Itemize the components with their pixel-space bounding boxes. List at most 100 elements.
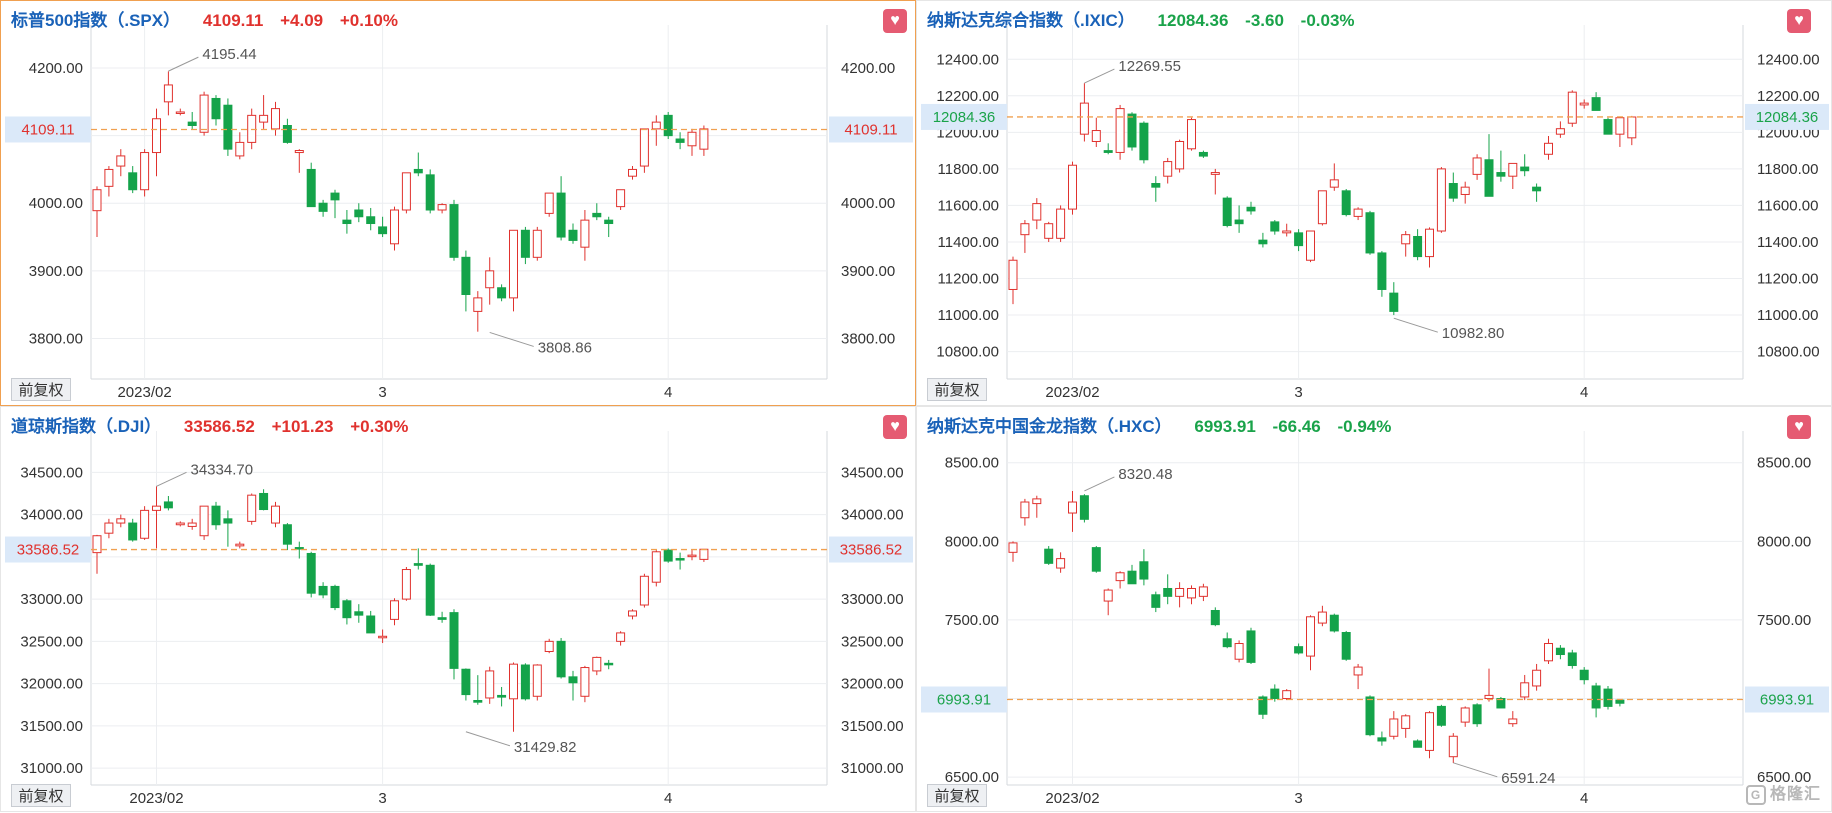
candle bbox=[1139, 549, 1149, 586]
candle-body bbox=[390, 209, 399, 245]
chart-panel-spx[interactable]: 标普500指数（.SPX） 4109.11 +4.09 +0.10% ♥ 380… bbox=[0, 0, 916, 406]
candle-body bbox=[1246, 206, 1256, 212]
candle-body bbox=[1317, 611, 1327, 624]
candle bbox=[1008, 541, 1018, 562]
candle-body bbox=[1341, 190, 1351, 216]
candle-body bbox=[1532, 186, 1542, 192]
candle-body bbox=[1079, 495, 1089, 520]
candle bbox=[247, 493, 257, 525]
candlestick-chart[interactable]: 6500.006500.007000.007000.007500.007500.… bbox=[917, 407, 1832, 813]
adjust-toggle-button[interactable]: 前复权 bbox=[11, 784, 71, 807]
candle bbox=[437, 203, 447, 214]
candle-body bbox=[163, 84, 173, 103]
candle-body bbox=[1389, 718, 1399, 737]
candle-body bbox=[187, 522, 197, 527]
candle bbox=[1436, 167, 1446, 233]
candle bbox=[461, 668, 471, 701]
candle bbox=[1484, 134, 1494, 197]
candle-body bbox=[1246, 630, 1256, 663]
y-tick-label-left: 10800.00 bbox=[936, 344, 999, 361]
candle-body bbox=[413, 563, 423, 566]
low-annotation-label: 3808.86 bbox=[538, 339, 592, 356]
candle bbox=[1460, 706, 1470, 727]
candle bbox=[413, 152, 423, 177]
candle-body bbox=[1079, 102, 1089, 135]
candle-body bbox=[1020, 223, 1030, 236]
y-tick-label-right: 32000.00 bbox=[841, 676, 904, 693]
candle bbox=[1103, 588, 1113, 616]
candle bbox=[1163, 574, 1173, 605]
candle bbox=[1448, 172, 1458, 202]
candle bbox=[1365, 695, 1375, 737]
high-annotation-label: 4195.44 bbox=[202, 46, 256, 63]
candle-body bbox=[449, 612, 459, 669]
chart-panel-dji[interactable]: 道琼斯指数（.DJI） 33586.52 +101.23 +0.30% ♥ 31… bbox=[0, 406, 916, 812]
candle-body bbox=[294, 150, 304, 154]
candle-body bbox=[1056, 208, 1066, 239]
candle-body bbox=[259, 492, 269, 511]
candle-body bbox=[318, 585, 328, 596]
candle-body bbox=[497, 694, 507, 698]
candle bbox=[580, 665, 590, 703]
candle bbox=[449, 199, 459, 261]
candle bbox=[187, 111, 197, 129]
y-tick-label-left: 11600.00 bbox=[938, 197, 999, 214]
candle bbox=[354, 604, 364, 623]
candle-body bbox=[1413, 235, 1423, 258]
candle bbox=[1615, 117, 1625, 147]
chart-panel-ixic[interactable]: 纳斯达克综合指数（.IXIC） 12084.36 -3.60 -0.03% ♥ … bbox=[916, 0, 1832, 406]
candle-body bbox=[449, 204, 459, 258]
candle bbox=[509, 229, 518, 312]
candle bbox=[1401, 714, 1411, 738]
candle bbox=[461, 250, 471, 312]
candle-body bbox=[342, 600, 352, 619]
candle bbox=[211, 95, 221, 126]
candle-body bbox=[520, 664, 530, 700]
adjust-toggle-button[interactable]: 前复权 bbox=[927, 378, 987, 401]
candle-body bbox=[520, 229, 530, 258]
candle bbox=[378, 216, 388, 238]
candle bbox=[116, 149, 126, 177]
candle bbox=[259, 489, 269, 511]
x-tick-label: 4 bbox=[1580, 790, 1588, 807]
candle-body bbox=[437, 617, 447, 620]
candle bbox=[1210, 168, 1220, 195]
candle bbox=[616, 631, 626, 646]
candle bbox=[401, 172, 411, 214]
x-tick-label: 3 bbox=[1294, 384, 1302, 401]
candle-body bbox=[271, 505, 280, 524]
candlestick-chart[interactable]: 31000.00 31000.00 31500.00 31500.00 32000.00… bbox=[1, 407, 917, 813]
candle-body bbox=[1329, 179, 1339, 188]
candle-body bbox=[1198, 586, 1208, 597]
candle bbox=[1591, 92, 1601, 111]
candle-body bbox=[1008, 542, 1018, 553]
adjust-toggle-button[interactable]: 前复权 bbox=[11, 378, 71, 401]
y-tick-label-left: 3800.00 bbox=[29, 330, 83, 347]
candle bbox=[342, 210, 352, 234]
candle bbox=[1615, 699, 1625, 707]
candle bbox=[628, 166, 637, 180]
candle-body bbox=[318, 202, 328, 212]
y-tick-label-right: 3800.00 bbox=[841, 330, 895, 347]
candle-body bbox=[1425, 712, 1434, 751]
candle-body bbox=[366, 216, 376, 225]
candle-body bbox=[390, 600, 399, 620]
candle-body bbox=[128, 172, 138, 191]
candle-body bbox=[378, 635, 388, 639]
chart-panel-hxc[interactable]: 纳斯达克中国金龙指数（.HXC） 6993.91 -66.46 -0.94% ♥… bbox=[916, 406, 1832, 812]
candle bbox=[1579, 99, 1589, 109]
candlestick-chart[interactable]: 10800.00 10800.00 11000.00 11000.00 11200.00… bbox=[917, 1, 1832, 407]
x-tick-label: 4 bbox=[664, 790, 672, 807]
candle bbox=[1068, 491, 1077, 532]
candle bbox=[485, 666, 495, 704]
candle-body bbox=[1436, 168, 1446, 232]
candle bbox=[651, 550, 661, 587]
candle-body bbox=[1591, 685, 1601, 709]
candle bbox=[259, 95, 269, 129]
candle bbox=[1508, 162, 1518, 189]
candlestick-chart[interactable]: 3800.00 3800.00 3900.00 3900.00 4000.00 4000.… bbox=[1, 1, 917, 407]
candle bbox=[699, 548, 709, 562]
candle-body bbox=[1258, 239, 1268, 245]
candle bbox=[175, 108, 185, 116]
adjust-toggle-button[interactable]: 前复权 bbox=[927, 784, 987, 807]
